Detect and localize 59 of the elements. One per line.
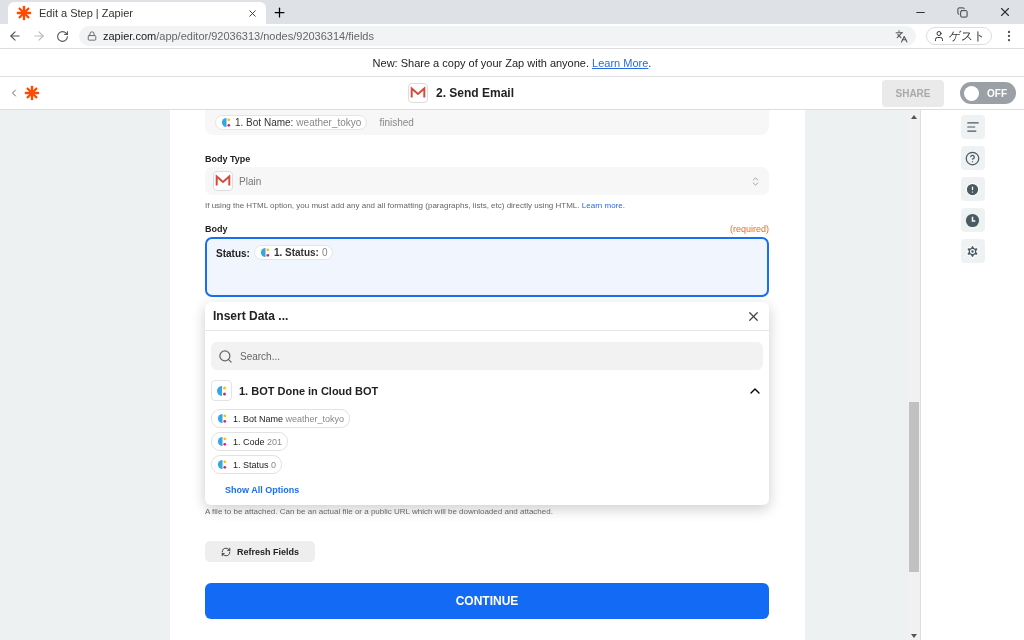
browser-tab[interactable]: Edit a Step | Zapier	[8, 2, 266, 24]
data-option[interactable]: 1. Bot Name weather_tokyo	[211, 409, 351, 428]
zapier-logo-icon	[16, 5, 32, 21]
help-text: A file to be attached. Can be an actual file or a public URL which will be downloaded and attached.	[205, 507, 554, 516]
lines-icon	[965, 120, 980, 134]
clock-icon	[965, 212, 980, 228]
translate-icon[interactable]	[895, 29, 908, 43]
settings-button[interactable]	[960, 239, 985, 263]
sort-arrows-icon	[750, 175, 761, 187]
body-field[interactable]: Status: 1. Status: 0	[205, 237, 769, 297]
bot-app-icon	[221, 117, 232, 128]
details-button[interactable]	[960, 115, 985, 139]
data-option[interactable]: 1. Code 201	[211, 432, 289, 451]
new-tab-icon[interactable]	[272, 5, 287, 20]
settings-icon	[965, 243, 980, 259]
required-label: (required)	[730, 224, 769, 234]
restore-icon[interactable]	[957, 6, 968, 18]
refresh-icon	[221, 546, 231, 557]
close-tab-icon[interactable]	[247, 7, 258, 19]
bot-app-icon	[217, 413, 228, 424]
lock-icon	[87, 31, 97, 41]
refresh-fields-button[interactable]: Refresh Fields	[205, 541, 316, 562]
scroll-up-icon[interactable]	[910, 113, 918, 121]
learn-more-link[interactable]: Learn more.	[581, 201, 625, 210]
field-label: Body Type	[205, 154, 251, 164]
data-chip[interactable]: 1. Status: 0	[253, 245, 334, 260]
help-icon	[965, 150, 980, 166]
close-icon[interactable]	[998, 5, 1012, 19]
field-label: Body	[205, 224, 228, 234]
back-icon[interactable]	[8, 29, 22, 43]
data-option[interactable]: 1. Status 0	[211, 455, 283, 474]
alert-icon	[965, 181, 980, 197]
banner-text: New: Share a copy of your Zap with anyone. Learn More.	[372, 56, 652, 69]
step-title: 2. Send Email	[436, 86, 514, 100]
popup-title: Insert Data ...	[213, 309, 289, 323]
input-field[interactable]: 1. Bot Name: weather_tokyo finished	[205, 110, 769, 135]
help-button[interactable]	[960, 146, 985, 170]
body-type-select[interactable]: Plain	[205, 167, 769, 195]
scroll-down-icon[interactable]	[910, 632, 918, 640]
field-text: finished	[379, 117, 414, 128]
alert-button[interactable]	[960, 177, 985, 201]
history-button[interactable]	[960, 208, 985, 232]
continue-button[interactable]: CONTINUE	[205, 583, 769, 619]
show-all-options-link[interactable]: Show All Options	[225, 485, 769, 495]
zapier-logo-icon	[24, 85, 40, 101]
search-field[interactable]: Search...	[211, 342, 763, 370]
search-icon	[218, 348, 233, 364]
bot-app-icon	[215, 384, 228, 397]
bot-app-icon	[217, 436, 228, 447]
bot-app-icon	[217, 459, 228, 470]
user-icon	[933, 30, 945, 42]
gmail-icon	[213, 171, 233, 191]
reload-icon[interactable]	[56, 29, 69, 43]
bot-app-icon	[259, 247, 271, 258]
app-group-header[interactable]: 1. BOT Done in Cloud BOT	[205, 378, 769, 409]
address-bar[interactable]: zapier.com/app/editor/92036313/nodes/92036314/fields	[79, 26, 916, 46]
help-text: If using the HTML option, you must add any and all formatting (paragraphs, lists, etc) directly using HTML. Learn more.	[205, 201, 626, 210]
gmail-icon	[408, 83, 428, 103]
data-chip[interactable]: 1. Bot Name: weather_tokyo	[215, 115, 368, 130]
